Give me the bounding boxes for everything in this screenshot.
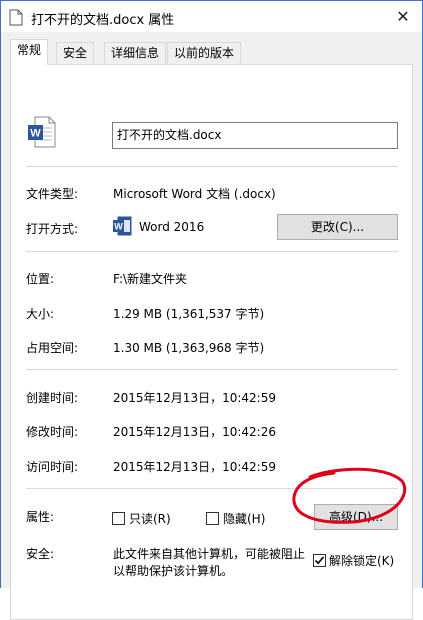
size-on-disk-label: 占用空间: [26,341,79,355]
security-text-line1: 此文件来自其他计算机，可能被阻止 [113,547,306,561]
svg-text:W: W [30,128,41,140]
checkmark-icon [314,556,325,565]
unblock-checkbox[interactable] [313,554,326,567]
tab-details[interactable]: 详细信息 [104,42,167,64]
file-type-label: 文件类型: [26,187,79,201]
close-icon: ✕ [396,7,410,26]
tab-general[interactable]: 常规 [10,39,49,65]
divider [26,251,398,252]
tab-security[interactable]: 安全 [56,42,95,64]
divider [26,166,398,167]
change-button[interactable]: 更改(C)... [277,214,398,240]
readonly-checkbox[interactable] [112,512,125,525]
open-with-value: Word 2016 [139,220,205,234]
accessed-value: 2015年12月13日，10:42:59 [113,460,276,474]
divider [26,369,398,370]
modified-label: 修改时间: [26,425,79,439]
general-panel: W 打不开的文档.docx 文件类型: Microsoft Word 文档 (.… [10,64,413,620]
window-title: 打不开的文档.docx 属性 [31,13,175,28]
tab-previous-versions[interactable]: 以前的版本 [167,42,242,64]
document-icon [9,9,23,26]
filename-field[interactable]: 打不开的文档.docx [112,122,398,149]
location-value: F:\新建文件夹 [113,272,188,286]
close-button[interactable]: ✕ [384,1,422,32]
location-label: 位置: [26,272,55,286]
readonly-label[interactable]: 只读(R) [129,510,171,527]
word-file-icon: W [28,116,56,148]
created-value: 2015年12月13日，10:42:59 [113,391,276,405]
open-with-label: 打开方式: [26,222,79,236]
file-type-value: Microsoft Word 文档 (.docx) [113,187,276,201]
created-label: 创建时间: [26,391,79,405]
hidden-label[interactable]: 隐藏(H) [223,510,265,527]
hidden-checkbox[interactable] [206,512,219,525]
size-on-disk-value: 1.30 MB (1,363,968 字节) [113,341,265,355]
security-label: 安全: [26,547,55,561]
modified-value: 2015年12月13日，10:42:26 [113,425,276,439]
properties-window: 常规 安全 详细信息 以前的版本 W 打不开的文档.docx 文件类型: Mic… [0,32,423,620]
word-app-icon: W [113,216,132,236]
title-bar: 打不开的文档.docx 属性 ✕ [0,0,423,32]
unblock-label[interactable]: 解除锁定(K) [329,552,395,569]
size-label: 大小: [26,307,55,321]
attributes-label: 属性: [26,510,55,524]
accessed-label: 访问时间: [26,460,79,474]
svg-text:W: W [114,222,123,232]
advanced-button[interactable]: 高级(D)... [314,504,398,530]
security-text-line2: 以帮助保护该计算机。 [113,564,234,578]
size-value: 1.29 MB (1,361,537 字节) [113,307,265,321]
divider [26,488,398,489]
